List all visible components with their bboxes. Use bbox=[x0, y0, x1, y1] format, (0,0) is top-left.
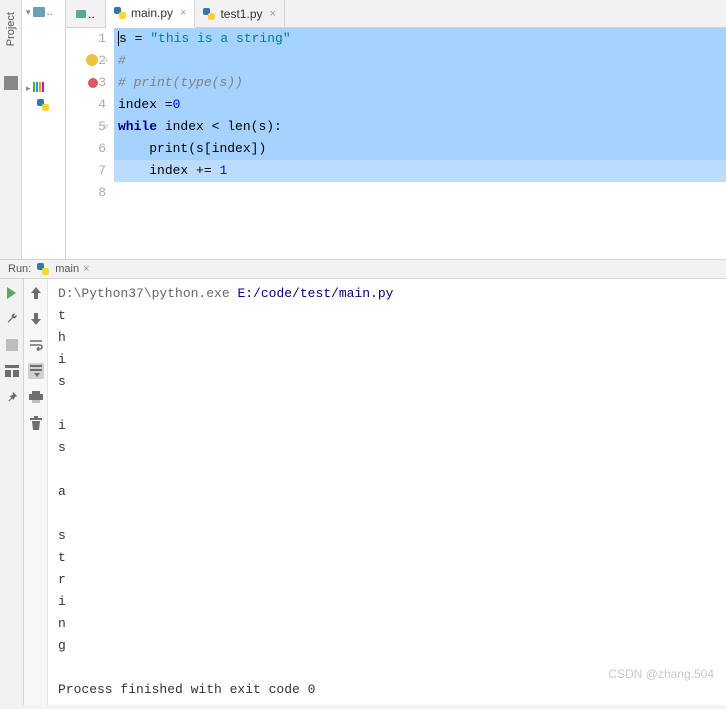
gutter[interactable]: 12⊖345⊖678 bbox=[66, 28, 114, 259]
bars-icon bbox=[33, 82, 45, 95]
trash-button[interactable] bbox=[28, 415, 44, 431]
fold-icon[interactable]: ⊖ bbox=[103, 116, 108, 138]
print-icon bbox=[29, 391, 43, 403]
project-tool-label[interactable]: Project bbox=[5, 12, 17, 46]
console-output[interactable]: D:\Python37\python.exe E:/code/test/main… bbox=[48, 279, 726, 705]
pin-button[interactable] bbox=[4, 389, 20, 405]
scroll-to-end-button[interactable] bbox=[28, 363, 44, 379]
tab-main-py[interactable]: main.py × bbox=[106, 0, 195, 28]
project-tool-sidebar[interactable]: Project bbox=[0, 0, 22, 259]
play-icon bbox=[7, 287, 16, 299]
tab-test1-py[interactable]: test1.py × bbox=[195, 0, 284, 27]
code-editor[interactable]: 12⊖345⊖678 s = "this is a string"## prin… bbox=[66, 28, 726, 259]
tab-stub[interactable]: .. bbox=[66, 0, 106, 27]
close-icon[interactable]: × bbox=[83, 263, 89, 275]
soft-wrap-icon bbox=[29, 339, 43, 351]
arrow-down-icon bbox=[31, 313, 41, 325]
watermark: CSDN @zhang.504 bbox=[608, 667, 714, 681]
wrench-icon bbox=[5, 312, 19, 326]
stub-icon bbox=[76, 10, 86, 18]
python-file-icon bbox=[37, 99, 49, 111]
down-button[interactable] bbox=[28, 311, 44, 327]
code-line[interactable]: s = "this is a string" bbox=[114, 28, 726, 50]
stop-button[interactable] bbox=[4, 337, 20, 353]
editor-tab-bar: .. main.py × test1.py × bbox=[66, 0, 726, 28]
console-stdout: t h i s i s a s t r i n g bbox=[58, 305, 716, 657]
code-line[interactable] bbox=[114, 182, 726, 204]
layout-icon bbox=[5, 365, 19, 377]
project-collapsed-icon bbox=[4, 76, 18, 90]
up-button[interactable] bbox=[28, 285, 44, 301]
editor: .. main.py × test1.py × 12⊖345⊖678 s = "… bbox=[66, 0, 726, 259]
print-button[interactable] bbox=[28, 389, 44, 405]
chevron-down-icon[interactable]: ▾ bbox=[26, 7, 31, 18]
code-line[interactable]: # print(type(s)) bbox=[114, 72, 726, 94]
run-config-name[interactable]: main bbox=[55, 263, 79, 275]
folder-icon bbox=[33, 7, 45, 17]
tab-label: main.py bbox=[131, 6, 173, 20]
run-toolbar-left bbox=[0, 279, 24, 705]
console-exit-line: Process finished with exit code 0 bbox=[58, 679, 716, 701]
close-icon[interactable]: × bbox=[270, 8, 276, 20]
python-file-icon bbox=[203, 8, 215, 20]
tree-ellipsis: .. bbox=[47, 6, 53, 18]
stop-icon bbox=[6, 339, 18, 351]
close-icon[interactable]: × bbox=[180, 7, 186, 19]
code-line[interactable]: index += 1 bbox=[114, 160, 726, 182]
code-line[interactable]: while index < len(s): bbox=[114, 116, 726, 138]
intention-bulb-icon[interactable] bbox=[86, 54, 98, 66]
trash-icon bbox=[30, 416, 42, 430]
run-header: Run: main × bbox=[0, 260, 726, 279]
tab-ellipsis: .. bbox=[88, 7, 95, 21]
tree-node[interactable]: ▸ bbox=[22, 80, 65, 97]
breakpoint-icon[interactable] bbox=[88, 78, 98, 88]
wrench-button[interactable] bbox=[4, 311, 20, 327]
python-file-icon bbox=[37, 263, 49, 275]
code-lines[interactable]: s = "this is a string"## print(type(s))i… bbox=[114, 28, 726, 259]
soft-wrap-button[interactable] bbox=[28, 337, 44, 353]
scroll-end-icon bbox=[30, 365, 42, 377]
run-label: Run: bbox=[8, 263, 31, 275]
chevron-right-icon[interactable]: ▸ bbox=[26, 83, 31, 94]
run-panel: Run: main × D:\Python37\python.exe E:/co… bbox=[0, 260, 726, 705]
code-line[interactable]: # bbox=[114, 50, 726, 72]
pin-icon bbox=[6, 391, 18, 403]
tree-node[interactable]: ▾ .. bbox=[22, 4, 65, 20]
fold-icon[interactable]: ⊖ bbox=[103, 50, 108, 72]
code-line[interactable]: print(s[index]) bbox=[114, 138, 726, 160]
project-tree[interactable]: ▾ .. ▸ bbox=[22, 0, 66, 259]
run-toolbar-right bbox=[24, 279, 48, 705]
layout-button[interactable] bbox=[4, 363, 20, 379]
tab-label: test1.py bbox=[220, 7, 262, 21]
python-file-icon bbox=[114, 7, 126, 19]
code-line[interactable]: index =0 bbox=[114, 94, 726, 116]
arrow-up-icon bbox=[31, 287, 41, 299]
tree-node[interactable] bbox=[22, 97, 65, 113]
console-command: D:\Python37\python.exe E:/code/test/main… bbox=[58, 283, 716, 305]
run-button[interactable] bbox=[4, 285, 20, 301]
